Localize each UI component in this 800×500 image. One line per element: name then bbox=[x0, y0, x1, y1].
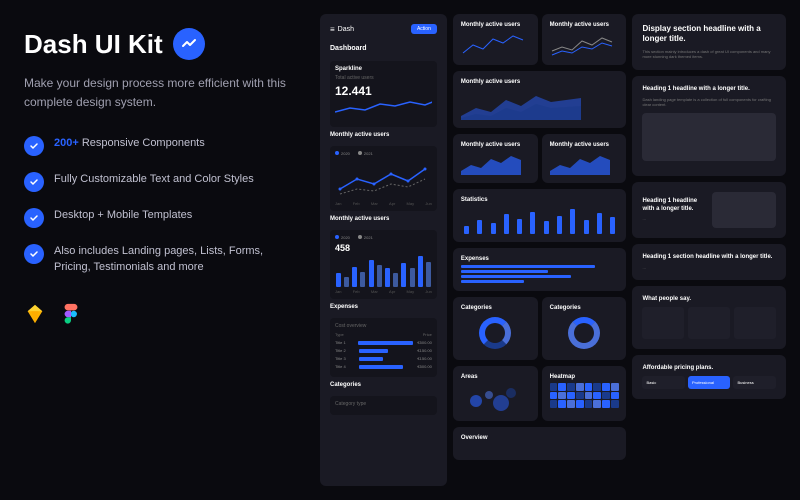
hero-subtitle: Make your design process more efficient … bbox=[24, 74, 296, 112]
feature-item: Also includes Landing pages, Lists, Form… bbox=[24, 244, 296, 275]
area-chart-preview: Monthly active users bbox=[453, 71, 627, 128]
donut-preview: Categories bbox=[542, 297, 627, 360]
brand-label: ≡Dash bbox=[330, 25, 354, 34]
chart-preview: Monthly active users bbox=[542, 134, 627, 183]
scatter-preview: Areas bbox=[453, 366, 538, 421]
check-icon bbox=[24, 136, 44, 156]
landing-section: Heading 1 headline with a longer title..… bbox=[632, 182, 786, 238]
line-chart bbox=[335, 159, 432, 199]
statistics-preview: Statistics bbox=[453, 189, 627, 242]
logo-icon bbox=[173, 28, 205, 60]
testimonials-section: What people say. bbox=[632, 286, 786, 349]
feature-item: 200+ Responsive Components bbox=[24, 136, 296, 156]
check-icon bbox=[24, 208, 44, 228]
expenses-preview: Expenses bbox=[453, 248, 627, 291]
pricing-section: Affordable pricing plans. Basic Professi… bbox=[632, 355, 786, 399]
overview-preview: Overview bbox=[453, 427, 627, 460]
bar-chart bbox=[335, 253, 432, 287]
figma-icon bbox=[60, 303, 82, 325]
tool-icons-row bbox=[24, 303, 296, 325]
mobile-dashboard-preview: ≡Dash Action Dashboard Sparkline Total a… bbox=[320, 14, 447, 486]
product-title: Dash UI Kit bbox=[24, 29, 163, 60]
sketch-icon bbox=[24, 303, 46, 325]
dashboard-title: Dashboard bbox=[330, 45, 437, 52]
donut-preview: Categories bbox=[453, 297, 538, 360]
chart-preview: Monthly active users bbox=[542, 14, 627, 65]
chart-preview: Monthly active users bbox=[453, 14, 538, 65]
feature-item: Fully Customizable Text and Color Styles bbox=[24, 172, 296, 192]
hero-title-row: Dash UI Kit bbox=[24, 28, 296, 60]
check-icon bbox=[24, 244, 44, 264]
sparkline-chart bbox=[335, 98, 432, 122]
action-button[interactable]: Action bbox=[411, 24, 437, 34]
heatmap-preview: Heatmap bbox=[542, 366, 627, 421]
landing-section: Display section headline with a longer t… bbox=[632, 14, 786, 70]
check-icon bbox=[24, 172, 44, 192]
feature-item: Desktop + Mobile Templates bbox=[24, 208, 296, 228]
sparkline-value: 12.441 bbox=[335, 84, 432, 98]
landing-section: Heading 1 headline with a longer title. … bbox=[632, 76, 786, 176]
chart-preview: Monthly active users bbox=[453, 134, 538, 183]
landing-section: Heading 1 section headline with a longer… bbox=[632, 244, 786, 280]
